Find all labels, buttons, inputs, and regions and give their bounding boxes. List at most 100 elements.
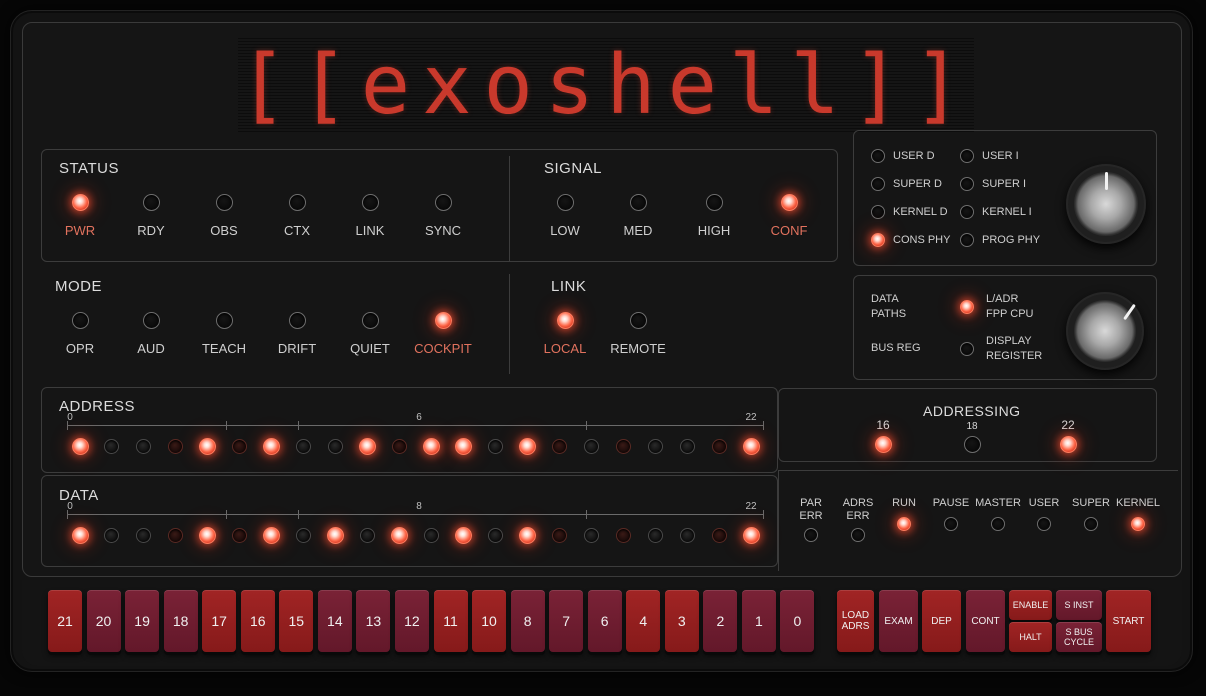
address-bit-led — [742, 437, 760, 455]
s-bus-cycle-button[interactable]: S BUS CYCLE — [1056, 622, 1102, 652]
address-bit-led — [518, 437, 536, 455]
divider — [778, 470, 1178, 471]
data-bit-led — [263, 526, 281, 544]
address-panel — [41, 387, 778, 473]
exam-button[interactable]: EXAM — [879, 590, 918, 652]
pwr-indicator — [71, 193, 89, 211]
data-scale-tick — [298, 510, 299, 519]
address-bit-led — [199, 437, 217, 455]
addressing-title: ADDRESSING — [923, 403, 1021, 419]
data-bit-led — [104, 527, 120, 543]
switch-19[interactable]: 19 — [125, 590, 160, 652]
data-bit-led — [423, 527, 439, 543]
switch-14[interactable]: 14 — [317, 590, 352, 652]
switch-16[interactable]: 16 — [240, 590, 275, 652]
kernel-d-indicator — [871, 205, 885, 219]
ctx-label: CTX — [284, 223, 310, 238]
switch-13[interactable]: 13 — [356, 590, 391, 652]
switch-11[interactable]: 11 — [433, 590, 468, 652]
data-scale-label: 0 — [67, 501, 73, 512]
obs-indicator — [215, 193, 233, 211]
addressing-18-label: 18 — [966, 421, 978, 432]
switch-18[interactable]: 18 — [163, 590, 198, 652]
address-scale-tick — [586, 421, 587, 430]
switch-8[interactable]: 8 — [510, 590, 545, 652]
enable-button[interactable]: ENABLE — [1009, 590, 1052, 620]
switch-1[interactable]: 1 — [741, 590, 776, 652]
ctx-indicator — [288, 193, 306, 211]
data-select-ladr-label: L/ADR FPP CPU — [986, 293, 1034, 320]
low-label: LOW — [550, 223, 580, 238]
conf-indicator — [780, 193, 798, 211]
load-adrs-button[interactable]: LOAD ADRS — [837, 590, 874, 652]
prog-phy-indicator — [960, 233, 974, 247]
switch-2[interactable]: 2 — [703, 590, 738, 652]
address-bit-led — [583, 438, 599, 454]
divider — [509, 156, 510, 262]
halt-button[interactable]: HALT — [1009, 622, 1052, 652]
address-scale-label: 22 — [745, 412, 757, 423]
address-bit-led — [615, 438, 631, 454]
quiet-label: QUIET — [350, 341, 390, 356]
mode-title: MODE — [55, 278, 102, 295]
cockpit-indicator — [434, 311, 452, 329]
pause-indicator — [944, 517, 958, 531]
address-bit-led — [71, 437, 89, 455]
high-label: HIGH — [697, 223, 731, 238]
cont-button[interactable]: CONT — [966, 590, 1005, 652]
switch-4[interactable]: 4 — [626, 590, 661, 652]
data-bit-led — [647, 527, 663, 543]
high-indicator — [705, 193, 723, 211]
remote-indicator — [629, 311, 647, 329]
teach-indicator — [215, 311, 233, 329]
local-indicator — [556, 311, 574, 329]
switch-21[interactable]: 21 — [48, 590, 82, 652]
data-bit-led — [136, 527, 152, 543]
user-d-label: USER D — [893, 150, 935, 162]
switch-10[interactable]: 10 — [472, 590, 507, 652]
med-indicator — [629, 193, 647, 211]
s-inst-button[interactable]: S INST — [1056, 590, 1102, 620]
data-bit-led — [679, 527, 695, 543]
address-bit-led — [454, 437, 472, 455]
drift-indicator — [288, 311, 306, 329]
switch-7[interactable]: 7 — [549, 590, 584, 652]
data-select-display-label: DISPLAY REGISTER — [986, 335, 1043, 362]
switch-17[interactable]: 17 — [202, 590, 237, 652]
kernel-indicator — [1131, 517, 1145, 531]
data-bit-led — [711, 527, 727, 543]
switch-0[interactable]: 0 — [780, 590, 815, 652]
link-indicator — [361, 193, 379, 211]
switch-20[interactable]: 20 — [86, 590, 121, 652]
divider — [509, 274, 510, 374]
user-indicator — [1037, 517, 1051, 531]
address-scale-tick — [298, 421, 299, 430]
data-scale-label: 8 — [416, 501, 422, 512]
super-indicator — [1084, 517, 1098, 531]
master-indicator — [991, 517, 1005, 531]
data-bit-led — [296, 527, 312, 543]
data-bit-led — [551, 527, 567, 543]
address-bit-led — [328, 438, 344, 454]
pwr-label: PWR — [64, 223, 96, 238]
address-bit-led — [392, 438, 408, 454]
aud-label: AUD — [137, 341, 165, 356]
switch-3[interactable]: 3 — [664, 590, 699, 652]
space-selector-knob[interactable] — [1066, 164, 1146, 244]
addressing-18-indicator — [963, 435, 981, 453]
data-selector-knob[interactable] — [1066, 292, 1144, 370]
dep-button[interactable]: DEP — [922, 590, 961, 652]
signal-title: SIGNAL — [544, 160, 603, 177]
teach-label: TEACH — [201, 341, 247, 356]
start-button[interactable]: START — [1106, 590, 1151, 652]
switch-15[interactable]: 15 — [279, 590, 314, 652]
switch-12[interactable]: 12 — [394, 590, 429, 652]
data-scale-tick — [586, 510, 587, 519]
switch-6[interactable]: 6 — [587, 590, 622, 652]
data-bit-led — [615, 527, 631, 543]
cockpit-label: COCKPIT — [414, 341, 472, 356]
super-i-indicator — [960, 177, 974, 191]
kernel-d-label: KERNEL D — [893, 206, 948, 218]
med-label: MED — [623, 223, 653, 238]
data-bit-led — [391, 526, 409, 544]
